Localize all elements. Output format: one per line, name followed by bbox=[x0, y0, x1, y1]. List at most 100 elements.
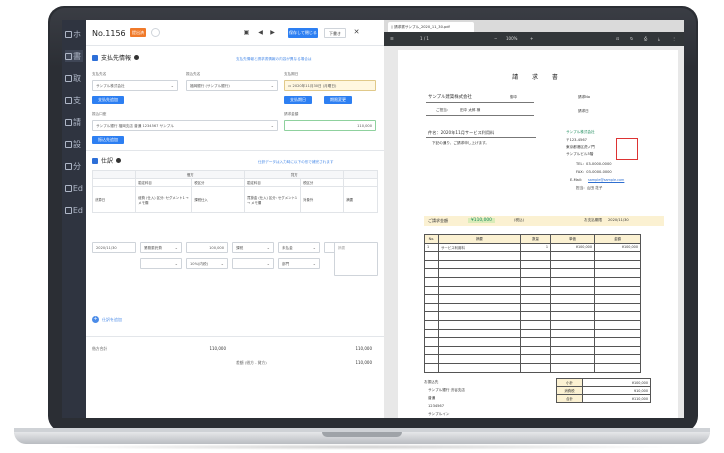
nav-item[interactable]: 分 bbox=[65, 160, 83, 172]
close-icon[interactable]: ✕ bbox=[352, 28, 361, 37]
journal-memo-textarea[interactable]: 摘要 bbox=[334, 242, 378, 276]
bank-name-label: 振込先名 bbox=[186, 72, 201, 76]
nav-item-label: 設 bbox=[73, 139, 81, 149]
amount-input[interactable]: 110,000 bbox=[284, 120, 376, 131]
table-row bbox=[424, 319, 641, 330]
table-header-cell: 数量 bbox=[520, 234, 551, 244]
invoice-items-table: No. 摘要 数量 単価 金額 1 サービス利用料 1 ¥100,000 ¥100,000 bbox=[424, 234, 641, 373]
draft-button[interactable]: 下書き bbox=[324, 28, 346, 38]
nav-item-label: 支 bbox=[73, 95, 81, 105]
table-cell bbox=[594, 337, 641, 347]
add-payee-button[interactable]: 支払先追加 bbox=[92, 96, 124, 104]
table-cell bbox=[594, 328, 641, 339]
account-select[interactable]: サンプル銀行 福岡支店 普通 1234567 サンプル ⌄ bbox=[92, 120, 278, 131]
journal-subaccount-select[interactable]: ⌄ bbox=[140, 258, 182, 269]
nav-item-icon bbox=[65, 140, 72, 148]
journal-tax-rate-select[interactable]: 10%(内税) ⌄ bbox=[186, 258, 228, 269]
journal-tax-select[interactable]: 課税 ⌄ bbox=[232, 242, 274, 253]
nav-item-label: 取 bbox=[73, 73, 81, 83]
journal-section-title: 仕訳 bbox=[92, 156, 122, 165]
journal-credit-select[interactable]: 未払金 ⌄ bbox=[278, 242, 320, 253]
table-cell bbox=[550, 345, 595, 356]
memo-cell: 摘要 bbox=[343, 186, 378, 213]
due-date-label: 支払期日 bbox=[284, 72, 299, 76]
nav-item[interactable]: 取 bbox=[65, 72, 83, 84]
nav-item-label: Ed bbox=[72, 183, 83, 193]
table-cell bbox=[424, 276, 439, 287]
pdf-tab[interactable]: ▯ 請求書サンプル_2020_11_30.pdf bbox=[388, 22, 474, 32]
nav-item-icon bbox=[65, 74, 72, 82]
invoice-date-label: 請求日 bbox=[578, 109, 589, 113]
table-cell bbox=[594, 251, 641, 261]
print-icon[interactable]: ⎙ bbox=[644, 36, 647, 41]
table-row bbox=[424, 328, 641, 339]
download-icon[interactable]: ⤓ bbox=[658, 36, 660, 41]
table-cell bbox=[520, 268, 551, 278]
table-cell bbox=[594, 285, 641, 296]
menu-icon[interactable]: ☰ bbox=[390, 36, 394, 41]
due-date-input[interactable]: ▭ 2020年11月30日 (月曜日) bbox=[284, 80, 376, 91]
table-row bbox=[424, 311, 641, 321]
issuer-name: サンプル株式会社 bbox=[566, 130, 595, 134]
attn-value: 田中 太郎 様 bbox=[460, 108, 481, 112]
change-due-button[interactable]: 期限変更 bbox=[324, 96, 352, 104]
nav-item[interactable]: 設 bbox=[65, 138, 83, 150]
fit-icon[interactable]: ⊡ bbox=[616, 36, 619, 41]
status-circle-icon[interactable] bbox=[151, 28, 160, 37]
add-account-button[interactable]: 振込先追加 bbox=[92, 136, 124, 144]
add-journal-row-button[interactable]: + 仕訳を追加 bbox=[92, 316, 122, 323]
nav-item[interactable]: Ed bbox=[65, 204, 83, 216]
journal-date-input[interactable]: 2020/11/30 bbox=[92, 242, 136, 253]
table-cell bbox=[594, 294, 641, 304]
table-row bbox=[424, 285, 641, 296]
bank-type: 普通 bbox=[428, 396, 436, 400]
email-link[interactable]: sample@sample.com bbox=[588, 178, 624, 182]
payee-name-select[interactable]: サンプル株式会社 ⌄ bbox=[92, 80, 178, 91]
table-cell bbox=[424, 268, 439, 278]
laptop-notch bbox=[322, 432, 402, 437]
journal-account-select[interactable]: 業務委託費 ⌄ bbox=[140, 242, 182, 253]
journal-amount-input[interactable]: 100,000 bbox=[186, 242, 228, 253]
table-cell bbox=[424, 328, 439, 339]
difference-label: 差額 (借方 - 貸方) bbox=[236, 360, 267, 365]
bank-name-select[interactable]: 福岡銀行 (サンプル銀行) ⌄ bbox=[186, 80, 278, 91]
table-cell bbox=[550, 354, 595, 364]
nav-item[interactable]: 書 bbox=[65, 50, 83, 62]
table-cell bbox=[550, 259, 595, 270]
save-close-button[interactable]: 保存して閉じる bbox=[288, 28, 318, 38]
amount-label: ご請求金額 bbox=[428, 218, 448, 223]
table-cell bbox=[520, 294, 551, 304]
payee-help-link[interactable]: 支払先情報と請求書情報の内容が異なる場合は bbox=[236, 57, 311, 62]
zoom-out-icon[interactable]: − bbox=[494, 36, 497, 41]
help-icon[interactable] bbox=[134, 55, 140, 60]
pdf-viewer: ▯ 請求書サンプル_2020_11_30.pdf ☰ 1 / 1 − 100% … bbox=[384, 20, 684, 418]
due-date-button[interactable]: 支払期日 bbox=[284, 96, 312, 104]
help-icon[interactable] bbox=[116, 158, 122, 163]
table-cell bbox=[550, 337, 595, 347]
table-cell bbox=[520, 276, 551, 287]
more-icon[interactable]: ⋮ bbox=[672, 36, 676, 41]
table-cell bbox=[550, 311, 595, 321]
journal-sub-select[interactable]: ⌄ bbox=[232, 258, 274, 269]
printer-icon[interactable]: ▣ bbox=[242, 28, 251, 37]
zoom-in-icon[interactable]: + bbox=[530, 36, 533, 41]
amount-value: ¥110,000 bbox=[468, 218, 495, 223]
next-button[interactable]: ▶ bbox=[268, 28, 277, 37]
journal-help-link[interactable]: 仕訳データは入力時に以下の形で補完されます bbox=[258, 160, 333, 165]
nav-item[interactable]: Ed bbox=[65, 182, 83, 194]
totals-label: 合計 bbox=[556, 394, 583, 403]
pdf-toolbar: ☰ 1 / 1 − 100% + ⊡ ↻ ⎙ ⤓ ⋮ bbox=[384, 32, 684, 46]
nav-item-icon bbox=[65, 206, 72, 214]
rotate-icon[interactable]: ↻ bbox=[630, 36, 633, 41]
table-cell: 1 bbox=[424, 242, 439, 253]
issuer-fax: FAX：03-0000-0000 bbox=[576, 170, 612, 174]
col-tax: 税区分 bbox=[191, 178, 246, 187]
table-cell bbox=[594, 354, 641, 364]
prev-button[interactable]: ◀ bbox=[256, 28, 265, 37]
nav-item[interactable]: ホ bbox=[65, 28, 83, 40]
nav-item[interactable]: 請 bbox=[65, 116, 83, 128]
totals-row: 消費税 ¥10,000 bbox=[556, 386, 651, 395]
chevron-down-icon: ⌄ bbox=[270, 83, 274, 88]
nav-item[interactable]: 支 bbox=[65, 94, 83, 106]
journal-dept-select[interactable]: 部門 ⌄ bbox=[278, 258, 320, 269]
